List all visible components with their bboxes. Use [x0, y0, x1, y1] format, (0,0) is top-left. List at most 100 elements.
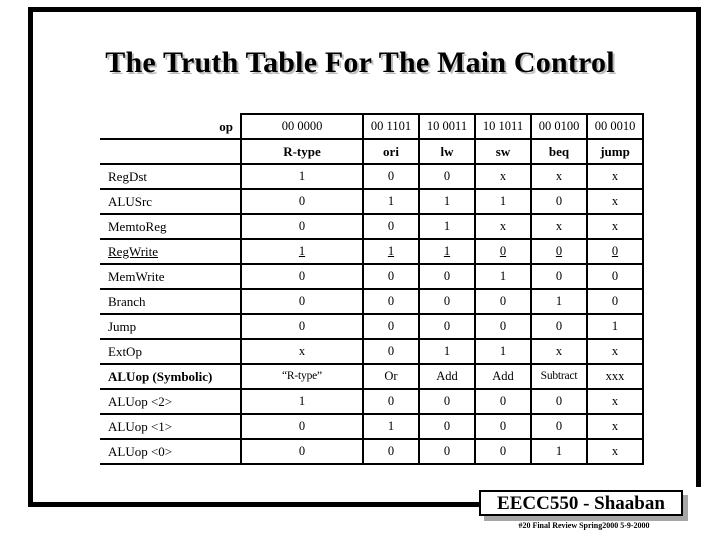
row-label: MemtoReg — [100, 213, 241, 240]
footer-subtext: #20 Final Review Spring2000 5-9-2000 — [518, 521, 650, 530]
table-cell: Add — [474, 363, 532, 390]
table-cell: Subtract — [530, 363, 588, 390]
table-row: MemWrite 0 0 0 1 0 0 — [100, 263, 644, 290]
table-cell: 1 — [530, 288, 588, 315]
table-row: Jump 0 0 0 0 0 1 — [100, 313, 644, 340]
table-cell: 0 — [240, 263, 364, 290]
table-cell: 1 — [586, 313, 644, 340]
instruction-row-blank-label — [100, 138, 241, 165]
table-cell: 1 — [240, 238, 364, 265]
table-cell: 0 — [240, 413, 364, 440]
table-cell: 0 — [418, 163, 476, 190]
table-cell: 0 — [240, 438, 364, 465]
row-label: RegWrite — [100, 238, 241, 265]
table-cell: 0 — [240, 188, 364, 215]
table-cell: 1 — [362, 188, 420, 215]
table-cell: 1 — [240, 388, 364, 415]
row-label: RegDst — [100, 163, 241, 190]
table-cell: 0 — [362, 163, 420, 190]
table-cell: 0 — [530, 188, 588, 215]
row-label: ALUop <0> — [100, 438, 241, 465]
table-cell: 0 — [418, 288, 476, 315]
table-row: ALUop <0> 0 0 0 0 1 x — [100, 438, 644, 465]
table-cell: 1 — [530, 438, 588, 465]
table-cell: 0 — [362, 388, 420, 415]
table-cell: x — [586, 163, 644, 190]
truth-table: op 00 0000 00 1101 10 0011 10 1011 00 01… — [100, 113, 644, 465]
table-cell: 0 — [362, 263, 420, 290]
table-row: ALUSrc 0 1 1 1 0 x — [100, 188, 644, 215]
table-cell: x — [530, 338, 588, 365]
table-row: MemtoReg 0 0 1 x x x — [100, 213, 644, 240]
table-cell: 0 — [362, 313, 420, 340]
op-label: op — [100, 114, 241, 140]
opcode-cell-5: 00 0010 — [586, 113, 644, 140]
table-row: ALUop <1> 0 1 0 0 0 x — [100, 413, 644, 440]
table-cell: x — [586, 338, 644, 365]
table-cell: x — [586, 188, 644, 215]
table-cell: 0 — [474, 238, 532, 265]
instruction-cell-5: jump — [586, 138, 644, 165]
table-cell: 1 — [474, 263, 532, 290]
instruction-cell-3: sw — [474, 138, 532, 165]
instruction-cell-1: ori — [362, 138, 420, 165]
table-cell: 0 — [362, 288, 420, 315]
table-cell: 1 — [362, 413, 420, 440]
table-cell: 0 — [474, 288, 532, 315]
table-cell: 0 — [418, 438, 476, 465]
table-cell: Or — [362, 363, 420, 390]
table-cell: x — [474, 213, 532, 240]
table-row: RegWrite 1 1 1 0 0 0 — [100, 238, 644, 265]
table-row: ALUop (Symbolic) “R-type” Or Add Add Subtract… — [100, 363, 644, 390]
row-label: Jump — [100, 313, 241, 340]
table-cell: 0 — [418, 263, 476, 290]
row-label: ALUop <2> — [100, 388, 241, 415]
row-label: ALUop <1> — [100, 413, 241, 440]
row-label: ALUSrc — [100, 188, 241, 215]
table-cell: 0 — [530, 313, 588, 340]
opcode-cell-0: 00 0000 — [240, 113, 364, 140]
instruction-cell-0: R-type — [240, 138, 364, 165]
table-cell: 0 — [586, 263, 644, 290]
table-cell: xxx — [586, 363, 644, 390]
table-cell: 1 — [474, 338, 532, 365]
opcode-cell-4: 00 0100 — [530, 113, 588, 140]
table-cell: 1 — [474, 188, 532, 215]
table-cell: 0 — [474, 313, 532, 340]
table-cell: 0 — [362, 338, 420, 365]
truth-table-body: op 00 0000 00 1101 10 0011 10 1011 00 01… — [100, 113, 644, 465]
row-label: ALUop (Symbolic) — [100, 363, 241, 390]
table-cell: 0 — [240, 288, 364, 315]
table-cell: x — [586, 388, 644, 415]
table-cell: 0 — [474, 438, 532, 465]
table-cell: 0 — [474, 388, 532, 415]
table-cell: x — [530, 163, 588, 190]
table-cell: 0 — [240, 213, 364, 240]
table-cell: 0 — [418, 388, 476, 415]
instruction-cell-2: lw — [418, 138, 476, 165]
table-cell: 0 — [530, 238, 588, 265]
page-title: The Truth Table For The Main Control — [105, 46, 615, 79]
table-cell: 1 — [418, 213, 476, 240]
table-cell: 0 — [418, 413, 476, 440]
table-cell: 0 — [530, 388, 588, 415]
table-cell: Add — [418, 363, 476, 390]
row-label: MemWrite — [100, 263, 241, 290]
table-cell: 0 — [418, 313, 476, 340]
table-row: RegDst 1 0 0 x x x — [100, 163, 644, 190]
table-row: ALUop <2> 1 0 0 0 0 x — [100, 388, 644, 415]
table-cell: 0 — [240, 313, 364, 340]
table-cell: x — [530, 213, 588, 240]
table-cell: 1 — [418, 188, 476, 215]
table-cell: x — [586, 213, 644, 240]
table-row: ExtOp x 0 1 1 x x — [100, 338, 644, 365]
table-cell: 1 — [362, 238, 420, 265]
table-row: Branch 0 0 0 0 1 0 — [100, 288, 644, 315]
table-cell: 0 — [530, 263, 588, 290]
table-cell: 0 — [362, 438, 420, 465]
table-header-instruction-row: R-type ori lw sw beq jump — [100, 138, 644, 165]
row-label: Branch — [100, 288, 241, 315]
table-cell: 0 — [586, 238, 644, 265]
table-cell: x — [240, 338, 364, 365]
table-cell: 1 — [240, 163, 364, 190]
